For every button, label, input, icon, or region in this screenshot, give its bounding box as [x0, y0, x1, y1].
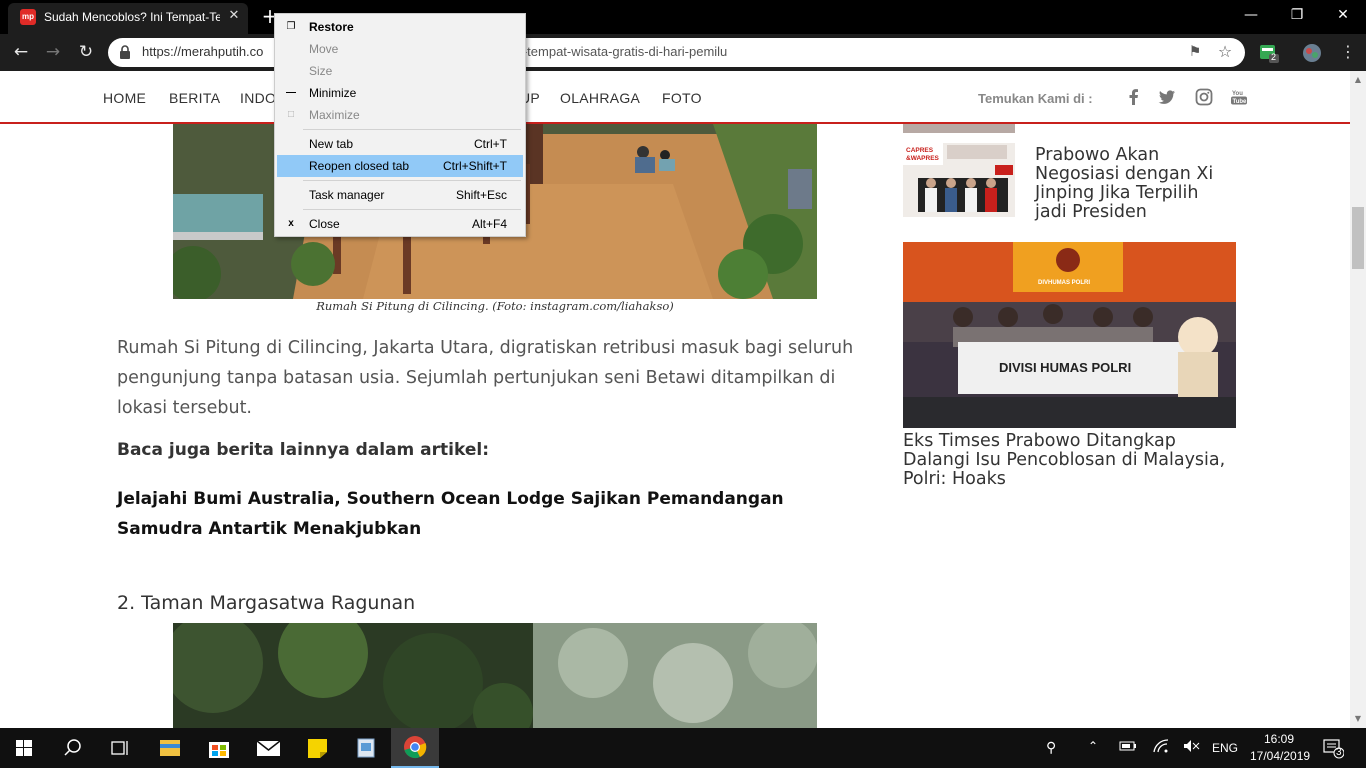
task-view-button[interactable] [96, 728, 144, 768]
twitter-icon[interactable] [1158, 88, 1176, 106]
maximize-icon: □ [287, 109, 295, 120]
minimize-icon: — [286, 87, 296, 98]
taskbar-file-explorer[interactable] [146, 728, 194, 768]
close-icon: x [288, 218, 294, 229]
window-context-menu: ❐ Restore Move Size — Minimize □ Maximiz… [274, 13, 526, 237]
taskbar-paint[interactable] [342, 728, 390, 768]
chrome-menu-icon[interactable]: ⋮ [1335, 39, 1361, 65]
reload-icon[interactable]: ↻ [73, 39, 99, 65]
notification-count: 3 [1336, 747, 1342, 758]
menu-item-reopen-closed-tab[interactable]: Reopen closed tab Ctrl+Shift+T [277, 155, 523, 177]
start-button[interactable] [0, 728, 48, 768]
tray-overflow-chevron-icon[interactable]: ⌃ [1088, 739, 1098, 753]
menu-item-maximize: □ Maximize [277, 104, 523, 126]
window-minimize-button[interactable]: — [1228, 0, 1274, 30]
taskbar-sticky-notes[interactable] [293, 728, 341, 768]
file-explorer-icon [160, 740, 180, 756]
url-text-start: https://merahputih.co [142, 44, 264, 59]
find-us-label: Temukan Kami di : [978, 91, 1093, 106]
sticky-notes-icon [308, 739, 327, 758]
browser-title-bar: mp Sudah Mencoblos? Ini Tempat-Te ✕ + — … [0, 0, 1366, 34]
paint-icon [357, 738, 375, 758]
site-navigation: HOME BERITA INDO UP OLAHRAGA FOTO Temuka… [0, 71, 1350, 124]
task-view-icon [111, 741, 128, 755]
sidebar-news-image-2[interactable]: DIVHUMAS POLRI DIVISI HUMAS POLRI [903, 242, 1236, 428]
extension-badge: 2 [1271, 52, 1277, 62]
tab-title: Sudah Mencoblos? Ini Tempat-Te [44, 10, 220, 24]
taskbar-chrome[interactable] [391, 728, 439, 768]
taskbar-mail[interactable] [244, 728, 292, 768]
taskbar-store[interactable] [195, 728, 243, 768]
menu-item-close[interactable]: x Close Alt+F4 [277, 213, 523, 235]
battery-icon[interactable] [1119, 739, 1137, 756]
browser-tab[interactable]: mp Sudah Mencoblos? Ini Tempat-Te ✕ [8, 3, 248, 34]
site-favicon-icon: mp [20, 9, 36, 25]
people-icon[interactable]: ⚲ [1046, 739, 1056, 756]
input-language[interactable]: ENG [1212, 741, 1238, 755]
search-icon [64, 739, 81, 756]
windows-logo-icon [16, 740, 32, 756]
nav-olahraga[interactable]: OLAHRAGA [560, 90, 640, 106]
volume-muted-icon[interactable] [1182, 738, 1200, 757]
section-heading: 2. Taman Margasatwa Ragunan [117, 592, 416, 614]
url-text-end: at-tempat-wisata-gratis-di-hari-pemilu [512, 44, 728, 59]
window-maximize-button[interactable]: ❐ [1274, 0, 1320, 30]
menu-item-new-tab[interactable]: New tab Ctrl+T [277, 133, 523, 155]
menu-item-task-manager[interactable]: Task manager Shift+Esc [277, 184, 523, 206]
lock-icon [120, 45, 130, 59]
tab-close-icon[interactable]: ✕ [226, 8, 242, 24]
profile-avatar-icon[interactable] [1302, 43, 1322, 63]
facebook-icon[interactable] [1125, 88, 1143, 106]
chrome-icon [404, 736, 427, 759]
related-article-link[interactable]: Jelajahi Bumi Australia, Southern Ocean … [117, 484, 837, 544]
svg-text:Tube: Tube [1233, 99, 1248, 105]
menu-item-restore[interactable]: ❐ Restore [277, 16, 523, 38]
clock-time[interactable]: 16:09 [1264, 732, 1294, 746]
menu-separator [303, 180, 521, 181]
thumb-label-wapres: &WAPRES [906, 155, 940, 162]
banner-top-text: DIVHUMAS POLRI [1038, 280, 1090, 286]
restore-icon: ❐ [286, 21, 296, 32]
wifi-icon[interactable] [1152, 738, 1170, 757]
mail-icon [256, 740, 281, 756]
window-close-button[interactable]: ✕ [1320, 0, 1366, 30]
sidebar-thumb-previous[interactable] [903, 124, 1015, 133]
scrollbar-thumb[interactable] [1352, 207, 1364, 269]
sidebar-news-title-2[interactable]: Eks Timses Prabowo Ditangkap Dalangi Isu… [903, 432, 1243, 489]
nav-berita[interactable]: BERITA [169, 90, 220, 106]
menu-item-move: Move [309, 42, 339, 56]
nav-indonesia[interactable]: INDO [240, 90, 276, 106]
read-also-label: Baca juga berita lainnya dalam artikel: [117, 440, 489, 460]
bookmark-star-icon[interactable]: ☆ [1216, 43, 1234, 61]
sidebar-news-thumb-1[interactable]: CAPRES &WAPRES [903, 143, 1015, 217]
banner-main-text: DIVISI HUMAS POLRI [999, 360, 1131, 375]
menu-separator [303, 209, 521, 210]
youtube-icon[interactable]: You Tube [1230, 88, 1248, 106]
svg-text:You: You [1232, 91, 1243, 97]
extension-icon[interactable]: 2 [1259, 43, 1279, 63]
scroll-down-arrow-icon[interactable]: ▼ [1350, 711, 1366, 727]
nav-foto[interactable]: FOTO [662, 90, 702, 106]
store-icon [209, 742, 229, 758]
scroll-up-arrow-icon[interactable]: ▲ [1350, 72, 1366, 88]
image-caption: Rumah Si Pitung di Cilincing. (Foto: ins… [316, 299, 674, 313]
translate-icon[interactable]: ⚑ [1186, 43, 1204, 61]
ragunan-photo [173, 623, 817, 728]
clock-date[interactable]: 17/04/2019 [1250, 749, 1310, 763]
search-button[interactable] [48, 728, 96, 768]
article-paragraph: Rumah Si Pitung di Cilincing, Jakarta Ut… [117, 338, 854, 418]
thumb-label-capres: CAPRES [906, 147, 934, 154]
windows-taskbar: ⚲ ⌃ ENG 16:09 17/04/2019 3 [0, 728, 1366, 768]
instagram-icon[interactable] [1195, 88, 1213, 106]
sidebar-news-title-1[interactable]: Prabowo Akan Negosiasi dengan Xi Jinping… [1035, 146, 1235, 222]
back-arrow-icon[interactable]: ← [8, 39, 34, 65]
page-scrollbar[interactable] [1350, 71, 1366, 728]
forward-arrow-icon[interactable]: → [40, 39, 66, 65]
menu-item-size: Size [309, 64, 333, 78]
nav-home[interactable]: HOME [103, 90, 146, 106]
menu-item-minimize[interactable]: — Minimize [277, 82, 523, 104]
menu-separator [303, 129, 521, 130]
